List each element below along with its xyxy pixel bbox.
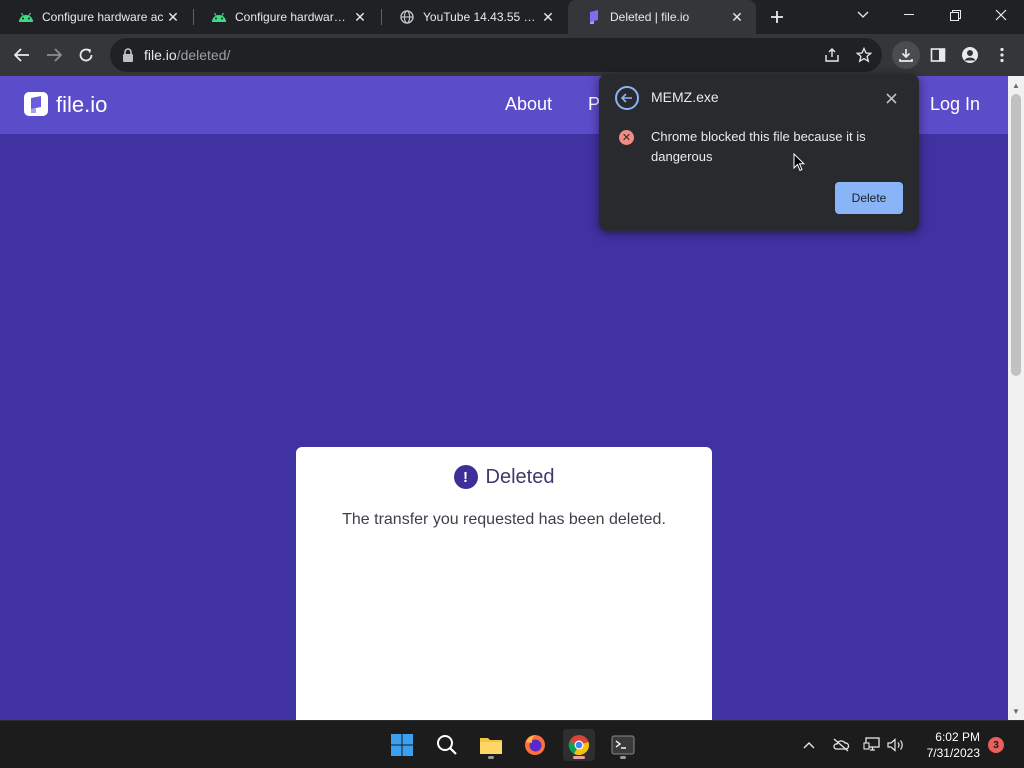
onedrive-offline-icon[interactable] bbox=[831, 735, 851, 755]
tab-youtube[interactable]: YouTube 14.43.55 (x86) ✕ bbox=[381, 0, 567, 34]
address-bar[interactable]: file.io/deleted/ bbox=[110, 38, 882, 72]
tab-title: Deleted | file.io bbox=[610, 10, 690, 24]
card-header: ! Deleted bbox=[296, 465, 712, 489]
card-message: The transfer you requested has been dele… bbox=[342, 511, 666, 528]
back-button[interactable] bbox=[8, 41, 36, 69]
volume-icon[interactable] bbox=[886, 735, 906, 755]
windows-start-icon[interactable] bbox=[386, 729, 418, 761]
profile-icon[interactable] bbox=[956, 41, 984, 69]
browser-toolbar: file.io/deleted/ bbox=[0, 34, 1024, 76]
tab-close-icon[interactable]: ✕ bbox=[164, 8, 182, 26]
download-icon[interactable] bbox=[892, 41, 920, 69]
deleted-card: ! Deleted The transfer you requested has… bbox=[296, 447, 712, 720]
tab-close-icon[interactable]: ✕ bbox=[351, 8, 369, 26]
nav-about-link[interactable]: About bbox=[505, 94, 552, 115]
mouse-cursor-icon bbox=[793, 153, 805, 172]
tab-close-icon[interactable]: ✕ bbox=[539, 8, 557, 26]
globe-icon bbox=[399, 9, 415, 25]
download-filename: MEMZ.exe bbox=[651, 89, 719, 105]
bookmark-star-icon[interactable] bbox=[854, 45, 874, 65]
exclamation-icon: ! bbox=[453, 465, 478, 489]
download-warning-text: Chrome blocked this file because it is d… bbox=[651, 129, 866, 164]
android-icon bbox=[211, 9, 227, 25]
tab-deleted-fileio[interactable]: Deleted | file.io ✕ bbox=[568, 0, 756, 34]
tab-title: Configure hardware ac bbox=[235, 10, 351, 24]
menu-kebab-icon[interactable] bbox=[988, 41, 1016, 69]
site-brand[interactable]: file.io bbox=[24, 92, 107, 118]
search-icon[interactable] bbox=[431, 729, 463, 761]
page-scrollbar[interactable]: ▲ ▼ bbox=[1008, 76, 1024, 720]
scroll-up-arrow-icon[interactable]: ▲ bbox=[1008, 78, 1024, 92]
running-indicator bbox=[488, 756, 494, 759]
tab-search-chevron-icon[interactable] bbox=[840, 0, 886, 30]
reload-button[interactable] bbox=[72, 41, 100, 69]
back-arrow-icon[interactable] bbox=[615, 86, 639, 110]
firefox-icon[interactable] bbox=[519, 729, 551, 761]
forward-button[interactable] bbox=[40, 41, 68, 69]
fileio-icon bbox=[586, 9, 602, 25]
tab-close-icon[interactable]: ✕ bbox=[728, 8, 746, 26]
clock-date: 7/31/2023 bbox=[926, 746, 980, 760]
active-indicator bbox=[573, 756, 585, 759]
url-path: /deleted/ bbox=[176, 47, 231, 63]
error-icon: ✕ bbox=[619, 130, 634, 145]
running-indicator bbox=[620, 756, 626, 759]
tab-strip: Configure hardware ac ✕ Configure hardwa… bbox=[0, 0, 1024, 34]
brand-name: file.io bbox=[56, 92, 108, 117]
card-title: Deleted bbox=[485, 465, 555, 488]
tab-configure-hardware-2[interactable]: Configure hardware ac ✕ bbox=[193, 0, 379, 34]
close-window-button[interactable] bbox=[978, 0, 1024, 30]
notification-badge[interactable]: 3 bbox=[988, 737, 1004, 753]
tab-title: YouTube 14.43.55 (x86) bbox=[423, 10, 539, 24]
tab-configure-hardware-1[interactable]: Configure hardware ac ✕ bbox=[0, 0, 192, 34]
download-bubble: MEMZ.exe ✕ Chrome blocked this file beca… bbox=[599, 74, 919, 231]
system-clock[interactable]: 6:02 PM 7/31/2023 bbox=[910, 729, 980, 761]
side-panel-icon[interactable] bbox=[924, 41, 952, 69]
chrome-icon[interactable] bbox=[563, 729, 595, 761]
lock-icon bbox=[123, 48, 133, 62]
close-icon[interactable] bbox=[882, 89, 900, 107]
restore-button[interactable] bbox=[932, 0, 978, 30]
windows-taskbar: 6:02 PM 7/31/2023 3 bbox=[0, 720, 1024, 768]
scrollbar-thumb[interactable] bbox=[1011, 94, 1021, 376]
tab-title: Configure hardware ac bbox=[42, 10, 164, 24]
new-tab-button[interactable] bbox=[766, 6, 788, 28]
network-icon[interactable] bbox=[862, 735, 882, 755]
android-icon bbox=[18, 9, 34, 25]
share-icon[interactable] bbox=[822, 45, 842, 65]
tray-chevron-up-icon[interactable] bbox=[799, 735, 819, 755]
clock-time: 6:02 PM bbox=[935, 730, 980, 744]
minimize-button[interactable] bbox=[886, 0, 932, 30]
url-host: file.io bbox=[144, 47, 177, 63]
terminal-icon[interactable] bbox=[607, 729, 639, 761]
fileio-logo-icon bbox=[24, 92, 48, 116]
nav-login-link[interactable]: Log In bbox=[930, 94, 980, 115]
scroll-down-arrow-icon[interactable]: ▼ bbox=[1008, 704, 1024, 718]
file-explorer-icon[interactable] bbox=[475, 729, 507, 761]
delete-button[interactable]: Delete bbox=[835, 182, 903, 214]
